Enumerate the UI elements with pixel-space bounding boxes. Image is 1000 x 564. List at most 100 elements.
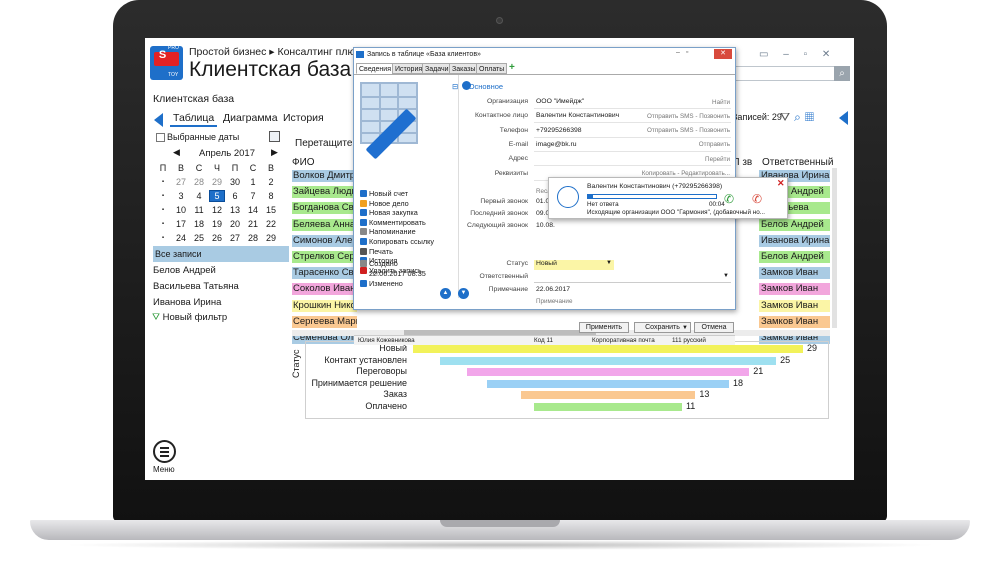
- calendar-day[interactable]: 14: [245, 204, 261, 216]
- section-header[interactable]: ⊟ Основное: [452, 82, 503, 91]
- table-row-fio[interactable]: Тарасенко Светлана: [292, 267, 357, 280]
- search-input[interactable]: [735, 66, 835, 81]
- table-row-fio[interactable]: Волков Дмитрий: [292, 170, 357, 182]
- table-row-fio[interactable]: Сергеева Мария: [292, 315, 357, 328]
- nav-up-icon[interactable]: ▲: [440, 288, 451, 299]
- field-action-link[interactable]: Найти: [712, 99, 730, 106]
- favorite-dates-checkbox[interactable]: [156, 133, 165, 142]
- calendar-day[interactable]: 28: [245, 232, 261, 244]
- dialog-action-item[interactable]: Новая закупка: [360, 208, 418, 217]
- cancel-button[interactable]: Отмена: [694, 322, 734, 333]
- filter-person[interactable]: Иванова Ирина: [153, 297, 221, 308]
- window-controls[interactable]: ▭ – ▫ ✕: [759, 49, 836, 60]
- calendar-day[interactable]: 6: [227, 190, 243, 202]
- column-header-fio[interactable]: ФИО: [292, 157, 315, 168]
- calendar-day[interactable]: 30: [227, 176, 243, 188]
- table-row-fio[interactable]: Беляева Анна: [292, 218, 357, 231]
- calendar-day[interactable]: 21: [245, 218, 261, 230]
- calendar-day[interactable]: 27: [227, 232, 243, 244]
- filter-person[interactable]: Васильева Татьяна: [153, 281, 239, 292]
- new-filter-button[interactable]: ⛛ Новый фильтр: [152, 312, 227, 323]
- dialog-tab-tasks[interactable]: Задачи: [422, 63, 452, 74]
- table-row-fio[interactable]: Богданова Светлана: [292, 202, 357, 215]
- table-row-fio[interactable]: Стрелков Сергей: [292, 251, 357, 263]
- field-action-link[interactable]: Отправить SMS - Позвонить: [647, 127, 730, 134]
- phone-accept-icon[interactable]: ✆: [724, 192, 734, 206]
- calendar-icon[interactable]: [269, 131, 280, 142]
- field-value[interactable]: Валентин Константинович: [536, 112, 619, 119]
- chevron-down-icon[interactable]: ▼: [682, 323, 688, 333]
- tab-table[interactable]: Таблица: [170, 112, 218, 127]
- table-row-responsible[interactable]: Замков Иван: [759, 267, 830, 280]
- dialog-tab-orders[interactable]: Заказы: [449, 63, 479, 74]
- dialog-action-item[interactable]: Копировать ссылку: [360, 237, 434, 246]
- field-value[interactable]: ООО "Имейдж": [536, 98, 584, 105]
- calendar-day[interactable]: 5: [209, 190, 225, 202]
- search-icon[interactable]: ⌕: [794, 110, 805, 124]
- add-tab-icon[interactable]: +: [509, 62, 515, 73]
- apply-button[interactable]: Применить: [579, 322, 629, 333]
- calendar-day[interactable]: 11: [191, 204, 207, 216]
- calendar-day[interactable]: 17: [173, 218, 189, 230]
- calendar-day[interactable]: 7: [245, 190, 261, 202]
- back-arrow-icon[interactable]: [154, 113, 163, 127]
- field-value[interactable]: +79295266398: [536, 127, 582, 134]
- next-call-value[interactable]: 10.08.: [536, 222, 555, 229]
- dialog-tab-info[interactable]: Сведения: [356, 63, 394, 74]
- filter-icon[interactable]: ⛛: [780, 110, 794, 124]
- table-row-responsible[interactable]: Замков Иван: [759, 315, 830, 328]
- table-row-fio[interactable]: Зайцева Людмила: [292, 186, 357, 199]
- search-icon[interactable]: ⌕: [834, 66, 850, 81]
- calendar-day[interactable]: 13: [227, 204, 243, 216]
- collapse-arrow-icon[interactable]: [839, 111, 848, 125]
- calendar-day[interactable]: 25: [191, 232, 207, 244]
- dialog-action-item[interactable]: Новый счет: [360, 189, 408, 198]
- field-action-link[interactable]: Отправить SMS - Позвонить: [647, 113, 730, 120]
- dialog-tab-payments[interactable]: Оплаты: [476, 63, 508, 74]
- dialog-action-item[interactable]: Новое дело: [360, 199, 409, 208]
- field-action-link[interactable]: Копировать - Редактировать...: [642, 170, 730, 177]
- field-action-link[interactable]: Отправить: [699, 141, 730, 148]
- calendar-day[interactable]: 20: [227, 218, 243, 230]
- calendar-day[interactable]: 4: [191, 190, 207, 202]
- calendar-day[interactable]: 3: [173, 190, 189, 202]
- table-row-responsible[interactable]: Замков Иван: [759, 283, 830, 296]
- calendar-day[interactable]: 29: [263, 232, 279, 244]
- table-row-responsible[interactable]: Иванова Ирина: [759, 234, 830, 247]
- menu-icon[interactable]: [153, 440, 176, 463]
- dialog-action-item[interactable]: Напоминание: [360, 227, 416, 236]
- calendar-day[interactable]: 18: [191, 218, 207, 230]
- table-row-fio[interactable]: Симонов Алексей: [292, 234, 357, 247]
- table-row-responsible[interactable]: Замков Иван: [759, 299, 830, 312]
- calendar-day[interactable]: 29: [209, 176, 225, 188]
- calendar-next-icon[interactable]: ▶: [271, 147, 278, 158]
- all-records-item[interactable]: Все записи: [153, 246, 289, 262]
- status-select[interactable]: Новый ▼: [534, 260, 614, 270]
- tab-history[interactable]: История: [283, 112, 324, 127]
- responsible-select[interactable]: ▼: [534, 273, 731, 283]
- calendar-day[interactable]: 10: [173, 204, 189, 216]
- calendar-day[interactable]: 2: [263, 176, 279, 188]
- calendar-day[interactable]: 24: [173, 232, 189, 244]
- dialog-action-item[interactable]: Комментировать: [360, 218, 426, 227]
- calendar-day[interactable]: 26: [209, 232, 225, 244]
- dialog-action-item[interactable]: Печать: [360, 247, 393, 256]
- field-value[interactable]: image@bk.ru: [536, 141, 577, 148]
- column-header-responsible[interactable]: Ответственный: [762, 157, 833, 168]
- calendar-prev-icon[interactable]: ◀: [173, 147, 180, 158]
- calendar-day[interactable]: 12: [209, 204, 225, 216]
- dialog-window-controls[interactable]: – ▫: [676, 49, 690, 56]
- dialog-tab-history[interactable]: История: [392, 63, 426, 74]
- calendar-day[interactable]: 22: [263, 218, 279, 230]
- save-button[interactable]: Сохранить ▼: [634, 322, 691, 333]
- table-view-icon[interactable]: ▦: [805, 110, 818, 124]
- table-row-fio[interactable]: Соколов Иван: [292, 283, 357, 296]
- calendar-grid[interactable]: П В С Ч П С В ▪ 27 28 29 30 1 2 ▪ 3 4 5 6 7 8 ▪ 10 11 12 13 14 15 ▪ 1…: [153, 160, 281, 260]
- calendar-day[interactable]: 19: [209, 218, 225, 230]
- calendar-day[interactable]: 28: [191, 176, 207, 188]
- table-row-responsible[interactable]: Белов Андрей: [759, 218, 830, 231]
- calendar-day[interactable]: 27: [173, 176, 189, 188]
- close-icon[interactable]: ✕: [714, 49, 732, 59]
- calendar-day[interactable]: 15: [263, 204, 279, 216]
- table-row-responsible[interactable]: Белов Андрей: [759, 251, 830, 263]
